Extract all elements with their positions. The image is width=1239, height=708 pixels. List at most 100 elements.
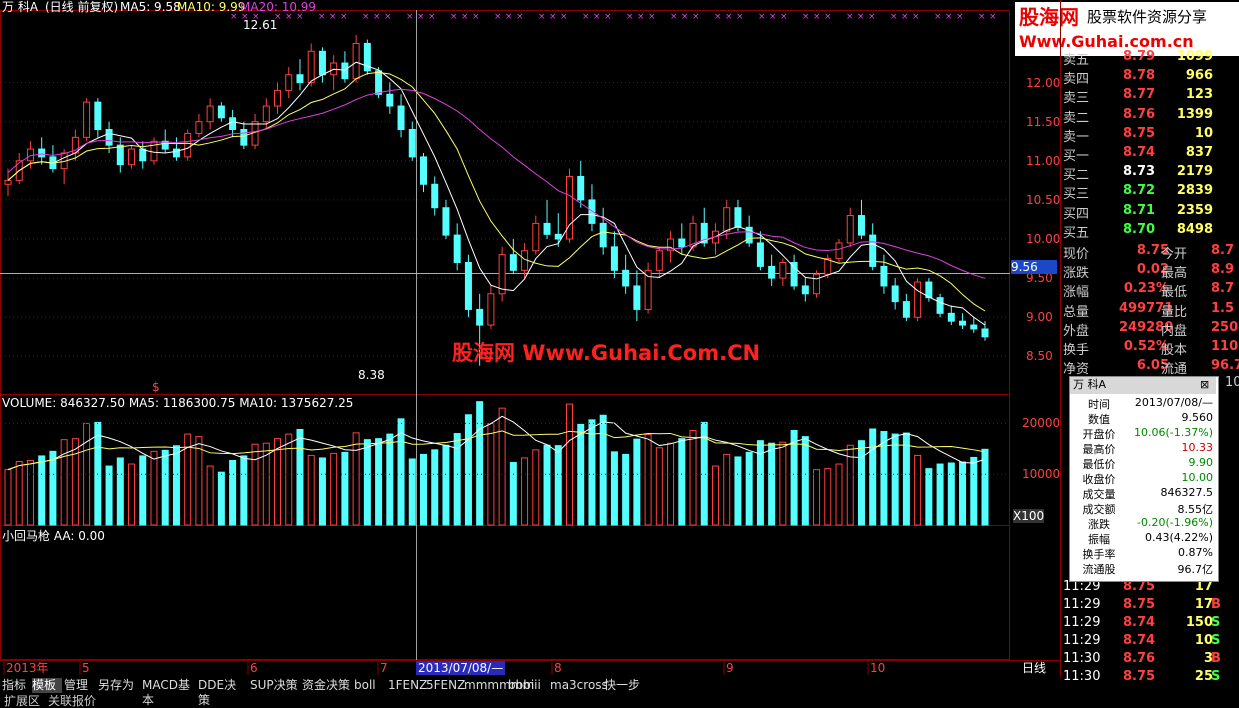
signal-mark: × <box>593 12 601 22</box>
volume-bar <box>318 457 326 526</box>
volume-bar <box>532 449 540 526</box>
signal-mark: × <box>340 12 348 22</box>
book-price: 8.77 <box>1123 87 1156 103</box>
quote-stat-row: 换手 0.52% 股本 110 <box>1061 338 1239 358</box>
stat-label: 净资 <box>1063 362 1090 378</box>
volume-bar <box>150 450 158 526</box>
stat-value: 110 <box>1211 339 1239 354</box>
signal-mark: × <box>714 12 722 22</box>
price-tick-label: 8.50 <box>1026 349 1053 364</box>
volume-bar <box>128 463 136 526</box>
candle-body <box>408 129 416 158</box>
volume-bar <box>801 436 809 526</box>
candle-body <box>891 285 899 303</box>
bid-row: 买四 8.71 2359 <box>1061 202 1239 222</box>
candle-body <box>352 42 360 80</box>
volume-bar <box>195 436 203 526</box>
tick-row: 11:30 8.76 3 B <box>1061 650 1239 669</box>
candle-body <box>296 74 304 84</box>
stat-value: 8.7 <box>1211 243 1235 258</box>
volume-bar <box>341 451 349 526</box>
tick-price: 8.76 <box>1123 651 1156 666</box>
bottom-tab-related[interactable]: 关联报价 <box>48 694 96 708</box>
price-tick-label: 9.00 <box>1026 310 1053 325</box>
tick-side: S <box>1211 615 1221 630</box>
popup-titlebar[interactable]: 万 科A ⊠ <box>1070 377 1216 394</box>
stat-label: 换手 <box>1063 343 1090 358</box>
candle-body <box>420 156 428 185</box>
indicator-tab[interactable]: mmmmmm <box>464 678 534 693</box>
volume-bar <box>947 462 955 526</box>
signal-mark: × <box>956 12 964 22</box>
volume-bar <box>251 443 259 526</box>
signal-mark: × <box>901 12 909 22</box>
indicator-tab[interactable]: 指标 <box>2 678 30 693</box>
tick-price: 8.74 <box>1123 633 1156 648</box>
indicator-tab[interactable]: 另存为 <box>98 678 140 693</box>
data-info-popup[interactable]: 万 科A ⊠ 时间 2013/07/08/— 数值 9.560 开盘价 10.06(-1.… <box>1069 376 1219 582</box>
candle-body <box>588 199 596 224</box>
period-label[interactable]: 日线 <box>1022 661 1046 675</box>
indicator-tab[interactable]: SUP决策 <box>250 678 300 693</box>
date-tick-label: 8 <box>554 661 562 675</box>
ma10-line <box>7 71 986 312</box>
popup-key: 换手率 <box>1082 548 1116 561</box>
indicator-tab[interactable]: ma3cross <box>550 678 608 693</box>
close-icon[interactable]: ⊠ <box>1200 378 1209 392</box>
indicator-tab[interactable]: 5FENZ <box>426 678 465 693</box>
popup-key: 成交量 <box>1082 488 1116 501</box>
indicator-tab[interactable]: boll <box>354 678 386 693</box>
indicator-tab[interactable]: 快一步 <box>604 678 644 693</box>
candle-body <box>487 293 495 326</box>
tick-price: 8.74 <box>1123 615 1156 630</box>
signal-mark: × <box>857 12 865 22</box>
indicator-tab[interactable]: 1FENZ <box>388 678 427 693</box>
candle-body <box>240 129 248 146</box>
chart-mode[interactable]: (日线 前复权) <box>45 0 118 14</box>
indicator-tab[interactable]: 管理 <box>64 678 96 693</box>
date-tick-label: 6 <box>250 661 258 675</box>
volume-bar <box>229 459 237 526</box>
price-tick-label: 11.50 <box>1026 114 1061 129</box>
candle-body <box>184 132 192 158</box>
volume-bar <box>779 441 787 526</box>
indicator-tab[interactable]: bbbiii <box>508 678 548 693</box>
indicator-tab[interactable]: MACD基本 <box>142 678 196 707</box>
signal-mark: × <box>989 12 997 22</box>
popup-row: 数值 9.560 <box>1070 411 1216 426</box>
volume-bar <box>610 451 618 526</box>
volume-bar <box>487 422 495 526</box>
bid-row: 买五 8.70 8498 <box>1061 221 1239 241</box>
signal-mark: × <box>494 12 502 22</box>
popup-value: 8.55亿 <box>1177 503 1214 516</box>
volume-bar <box>217 471 225 526</box>
signal-mark: × <box>769 12 777 22</box>
indicator-tab[interactable]: DDE决策 <box>198 678 248 707</box>
quote-stat-row: 涨跌 0.02 最高 8.9 <box>1061 261 1239 281</box>
signal-mark: × <box>912 12 920 22</box>
signal-mark: × <box>945 12 953 22</box>
volume-bar <box>49 450 57 526</box>
volume-bar <box>959 461 967 526</box>
indicator-tab[interactable]: 资金决策 <box>302 678 352 693</box>
volume-bar <box>824 468 832 526</box>
signal-mark: × <box>329 12 337 22</box>
signal-mark: × <box>626 12 634 22</box>
volume-bar <box>139 455 147 526</box>
indicator-tab[interactable]: 模板 <box>32 678 62 693</box>
signal-mark: × <box>824 12 832 22</box>
book-level-label: 卖三 <box>1063 91 1090 107</box>
popup-key: 振幅 <box>1088 533 1110 546</box>
signal-mark: × <box>428 12 436 22</box>
stat-label: 外盘 <box>1063 323 1090 339</box>
stat-label: 量比 <box>1161 304 1188 320</box>
candle-body <box>195 121 203 134</box>
popup-row: 换手率 0.87% <box>1070 546 1216 561</box>
date-tick-label: 2013年 <box>6 661 49 675</box>
book-level-label: 买一 <box>1063 149 1090 164</box>
volume-bar <box>644 434 652 526</box>
stock-name: 万 科A <box>2 0 39 14</box>
volume-tick-label: 20000 <box>1022 416 1061 431</box>
bottom-tab-extend[interactable]: 扩展区 <box>4 694 40 708</box>
quote-stat-row: 外盘249280内盘25049 <box>1061 319 1239 339</box>
